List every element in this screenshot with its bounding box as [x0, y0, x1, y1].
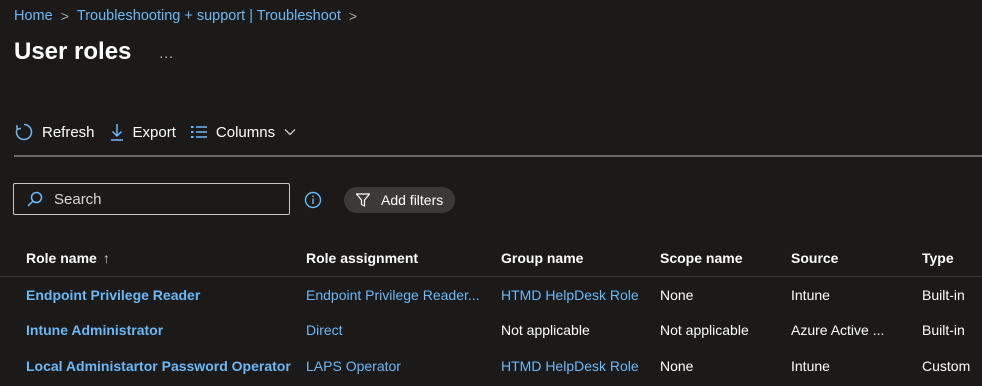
type-cell: Built-in: [922, 321, 965, 338]
export-button[interactable]: Export: [109, 122, 176, 142]
breadcrumb-troubleshoot[interactable]: Troubleshooting + support | Troubleshoot: [77, 8, 341, 24]
column-header-scope-name[interactable]: Scope name: [660, 240, 742, 276]
info-icon[interactable]: [304, 191, 322, 209]
columns-icon: [190, 126, 207, 138]
refresh-button[interactable]: Refresh: [14, 122, 95, 142]
add-filters-label: Add filters: [381, 192, 444, 208]
column-header-label: Role name: [26, 250, 97, 266]
column-header-source[interactable]: Source: [791, 240, 838, 276]
role-assignment-link[interactable]: Endpoint Privilege Reader...: [306, 277, 480, 312]
breadcrumb-separator: >: [348, 8, 358, 24]
type-cell: Custom: [922, 357, 971, 374]
breadcrumb: Home > Troubleshooting + support | Troub…: [14, 8, 359, 24]
source-cell: Intune: [791, 286, 830, 303]
role-name-link[interactable]: Local Administartor Password Operator: [26, 348, 291, 383]
role-assignment-link[interactable]: Direct: [306, 312, 343, 347]
command-bar: Refresh Export Columns: [14, 119, 311, 145]
sort-ascending-icon: ↑: [102, 250, 110, 266]
role-name-link[interactable]: Endpoint Privilege Reader: [26, 277, 200, 312]
type-cell: Built-in: [922, 286, 965, 303]
table-header: Role name ↑ Role assignment Group name S…: [0, 240, 982, 277]
scope-name-cell: Not applicable: [660, 321, 749, 338]
scope-name-cell: None: [660, 357, 694, 374]
column-header-type[interactable]: Type: [922, 240, 954, 276]
refresh-icon: [15, 123, 33, 141]
group-name-link[interactable]: HTMD HelpDesk Role: [501, 348, 639, 383]
toolbar-divider: [14, 155, 982, 157]
download-icon: [110, 124, 123, 141]
column-header-role-assignment[interactable]: Role assignment: [306, 240, 418, 276]
table-row: Local Administartor Password Operator LA…: [0, 348, 982, 383]
scope-name-cell: None: [660, 286, 694, 303]
columns-button[interactable]: Columns: [190, 124, 297, 141]
group-name-cell: Not applicable: [501, 321, 590, 338]
breadcrumb-separator: >: [60, 8, 69, 24]
breadcrumb-home[interactable]: Home: [14, 8, 53, 24]
source-cell: Azure Active ...: [791, 321, 885, 338]
chevron-down-icon: [284, 129, 296, 136]
refresh-label: Refresh: [42, 123, 95, 141]
column-header-role-name[interactable]: Role name ↑: [26, 240, 110, 276]
search-icon: [27, 191, 43, 207]
role-name-link[interactable]: Intune Administrator: [26, 312, 163, 347]
more-options-button[interactable]: ...: [159, 45, 174, 61]
search-box[interactable]: [13, 183, 290, 215]
role-assignment-link[interactable]: LAPS Operator: [306, 348, 401, 383]
column-header-group-name[interactable]: Group name: [501, 240, 583, 276]
group-name-link[interactable]: HTMD HelpDesk Role: [501, 277, 639, 312]
search-input[interactable]: [52, 189, 276, 209]
page-title: User roles: [14, 38, 132, 65]
add-filters-button[interactable]: Add filters: [344, 187, 456, 213]
export-label: Export: [132, 123, 176, 141]
table-row: Intune Administrator Direct Not applicab…: [0, 312, 982, 347]
title-row: User roles ...: [14, 38, 174, 66]
source-cell: Intune: [791, 357, 830, 374]
filter-icon: [355, 193, 371, 207]
columns-label: Columns: [215, 123, 276, 141]
table-row: Endpoint Privilege Reader Endpoint Privi…: [0, 277, 982, 312]
